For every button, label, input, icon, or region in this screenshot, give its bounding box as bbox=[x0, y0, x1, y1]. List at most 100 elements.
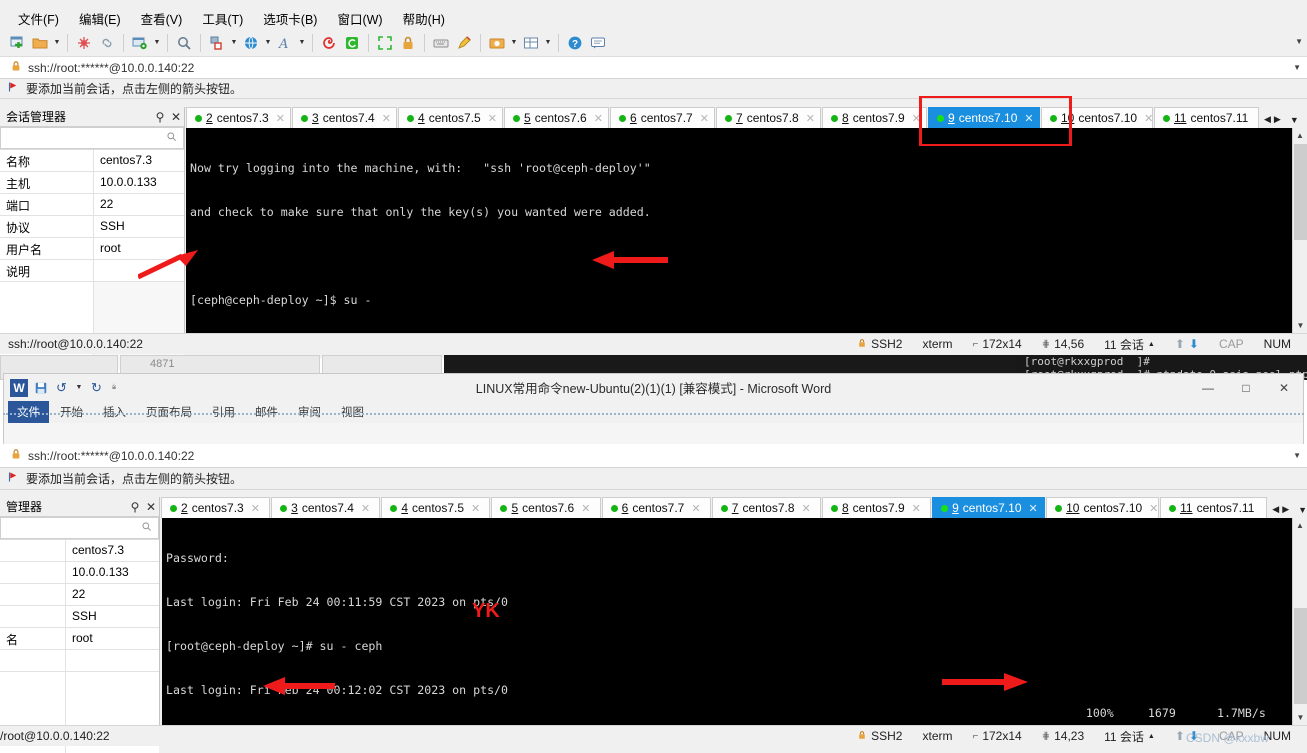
web-browser-caret[interactable]: ▼ bbox=[263, 32, 273, 54]
qat-caret[interactable]: ⩭ bbox=[109, 377, 119, 399]
session-properties-caret[interactable]: ▼ bbox=[152, 32, 162, 54]
tab-insert[interactable]: 插入 bbox=[94, 401, 135, 423]
tab-centos7.5[interactable]: 4 centos7.5 ✕ bbox=[381, 497, 491, 518]
close-icon[interactable]: ✕ bbox=[700, 112, 709, 125]
terminal-output-top[interactable]: Now try logging into the machine, with: … bbox=[186, 128, 1292, 333]
session-search-input-bottom[interactable] bbox=[0, 517, 159, 539]
tab-home[interactable]: 开始 bbox=[51, 401, 92, 423]
tab-references[interactable]: 引用 bbox=[203, 401, 244, 423]
close-icon[interactable]: ✕ bbox=[912, 112, 921, 125]
close-icon[interactable]: ✕ bbox=[143, 500, 159, 514]
tab-centos7.11[interactable]: 11 centos7.11 bbox=[1154, 107, 1259, 128]
tab-centos7.3[interactable]: 2 centos7.3 ✕ bbox=[186, 107, 291, 128]
close-button[interactable]: ✕ bbox=[1265, 374, 1303, 401]
menu-edit[interactable]: 编辑(E) bbox=[69, 7, 131, 30]
close-icon[interactable]: ✕ bbox=[912, 502, 921, 515]
save-icon[interactable] bbox=[32, 379, 49, 396]
close-icon[interactable]: ✕ bbox=[1149, 502, 1158, 515]
tab-centos7.7[interactable]: 6 centos7.7 ✕ bbox=[601, 497, 711, 518]
new-session-icon[interactable] bbox=[6, 32, 28, 54]
scroll-up-icon[interactable]: ▲ bbox=[1293, 128, 1307, 143]
feedback-icon[interactable] bbox=[587, 32, 609, 54]
scrollbar-thumb[interactable] bbox=[1294, 144, 1307, 240]
close-icon[interactable]: ✕ bbox=[802, 502, 811, 515]
tab-page-layout[interactable]: 页面布局 bbox=[137, 401, 201, 423]
capture-caret[interactable]: ▼ bbox=[509, 32, 519, 54]
menu-window[interactable]: 窗口(W) bbox=[327, 7, 392, 30]
tab-review[interactable]: 审阅 bbox=[289, 401, 330, 423]
font-icon[interactable]: A bbox=[274, 32, 296, 54]
tab-mailings[interactable]: 邮件 bbox=[246, 401, 287, 423]
scroll-down-icon[interactable]: ▼ bbox=[1293, 710, 1307, 725]
tab-centos7.9[interactable]: 8 centos7.9 ✕ bbox=[822, 107, 927, 128]
tab-centos7.4[interactable]: 3 centos7.4 ✕ bbox=[292, 107, 397, 128]
scroll-up-icon[interactable]: ▲ bbox=[1293, 518, 1307, 533]
layout-icon[interactable] bbox=[520, 32, 542, 54]
session-search-input[interactable] bbox=[0, 127, 184, 149]
find-icon[interactable] bbox=[173, 32, 195, 54]
close-icon[interactable]: ✕ bbox=[691, 502, 700, 515]
open-folder-caret[interactable]: ▼ bbox=[52, 32, 62, 54]
pin-icon[interactable]: ⚲ bbox=[152, 110, 168, 124]
tab-list-caret-icon[interactable]: ▼ bbox=[1290, 115, 1299, 125]
menu-help[interactable]: 帮助(H) bbox=[393, 7, 455, 30]
compose-icon[interactable] bbox=[318, 32, 340, 54]
close-icon[interactable]: ✕ bbox=[1144, 112, 1153, 125]
highlight-icon[interactable] bbox=[453, 32, 475, 54]
help-icon[interactable]: ? bbox=[564, 32, 586, 54]
status-sessions[interactable]: 11 会话 ▲ bbox=[1094, 728, 1165, 745]
scrollbar-thumb[interactable] bbox=[1294, 608, 1307, 704]
tab-view[interactable]: 视图 bbox=[332, 401, 373, 423]
menu-file[interactable]: 文件(F) bbox=[8, 7, 69, 30]
tab-centos7.8[interactable]: 7 centos7.8 ✕ bbox=[716, 107, 821, 128]
table-row[interactable]: 10.0.0.133 bbox=[0, 562, 159, 584]
link-icon[interactable] bbox=[96, 32, 118, 54]
tab-centos7.6[interactable]: 5 centos7.6 ✕ bbox=[491, 497, 601, 518]
close-icon[interactable]: ✕ bbox=[168, 110, 184, 124]
close-icon[interactable]: ✕ bbox=[1029, 502, 1038, 515]
close-icon[interactable]: ✕ bbox=[594, 112, 603, 125]
lock-icon[interactable] bbox=[397, 32, 419, 54]
table-row[interactable]: 22 bbox=[0, 584, 159, 606]
tab-centos7.6[interactable]: 5 centos7.6 ✕ bbox=[504, 107, 609, 128]
maximize-button[interactable]: □ bbox=[1227, 374, 1265, 401]
table-row[interactable]: 名 root bbox=[0, 628, 159, 650]
open-folder-icon[interactable] bbox=[29, 32, 51, 54]
transfer-file-caret[interactable]: ▼ bbox=[229, 32, 239, 54]
web-browser-icon[interactable] bbox=[240, 32, 262, 54]
tab-scroll-left-icon[interactable]: ◀ bbox=[1272, 504, 1279, 515]
tab-centos7.10-active[interactable]: 9 centos7.10 ✕ bbox=[932, 497, 1046, 518]
table-row[interactable]: 端口 22 bbox=[0, 194, 184, 216]
redo-icon[interactable]: ↻ bbox=[88, 379, 105, 396]
tab-scroll-right-icon[interactable]: ▶ bbox=[1274, 114, 1281, 125]
table-row[interactable]: 主机 10.0.0.133 bbox=[0, 172, 184, 194]
table-row[interactable]: SSH bbox=[0, 606, 159, 628]
tab-file[interactable]: 文件 bbox=[8, 401, 49, 423]
font-caret[interactable]: ▼ bbox=[297, 32, 307, 54]
terminal-scrollbar-top[interactable]: ▲ ▼ bbox=[1292, 128, 1307, 333]
layout-caret[interactable]: ▼ bbox=[543, 32, 553, 54]
capture-icon[interactable] bbox=[486, 32, 508, 54]
table-row[interactable] bbox=[0, 650, 159, 672]
table-row[interactable]: 名称 centos7.3 bbox=[0, 150, 184, 172]
chevron-up-icon[interactable]: ▲ bbox=[1148, 341, 1155, 348]
tab-centos7.5[interactable]: 4 centos7.5 ✕ bbox=[398, 107, 503, 128]
table-row[interactable]: 协议 SSH bbox=[0, 216, 184, 238]
pin-icon[interactable]: ⚲ bbox=[127, 500, 143, 514]
table-row[interactable]: 用户名 root bbox=[0, 238, 184, 260]
transfer-file-icon[interactable] bbox=[206, 32, 228, 54]
terminal-scrollbar-bottom[interactable]: ▲ ▼ bbox=[1292, 518, 1307, 725]
address-bar-bottom[interactable]: ssh://root:******@10.0.0.140:22 ▼ bbox=[0, 444, 1307, 468]
chevron-up-icon[interactable]: ▲ bbox=[1148, 733, 1155, 740]
tab-centos7.3[interactable]: 2 centos7.3 ✕ bbox=[161, 497, 271, 518]
scroll-down-icon[interactable]: ▼ bbox=[1293, 318, 1307, 333]
session-properties-icon[interactable] bbox=[129, 32, 151, 54]
close-icon[interactable]: ✕ bbox=[488, 112, 497, 125]
table-row[interactable]: centos7.3 bbox=[0, 540, 159, 562]
address-bar[interactable]: ssh://root:******@10.0.0.140:22 ▼ bbox=[0, 57, 1307, 79]
tab-centos7.10-second[interactable]: 10 centos7.10 ✕ bbox=[1041, 107, 1153, 128]
tab-centos7.10-active[interactable]: 9 centos7.10 ✕ bbox=[928, 107, 1040, 128]
tab-scroll-left-icon[interactable]: ◀ bbox=[1264, 114, 1271, 125]
minimize-button[interactable]: — bbox=[1189, 374, 1227, 401]
address-caret-icon[interactable]: ▼ bbox=[1293, 451, 1301, 460]
